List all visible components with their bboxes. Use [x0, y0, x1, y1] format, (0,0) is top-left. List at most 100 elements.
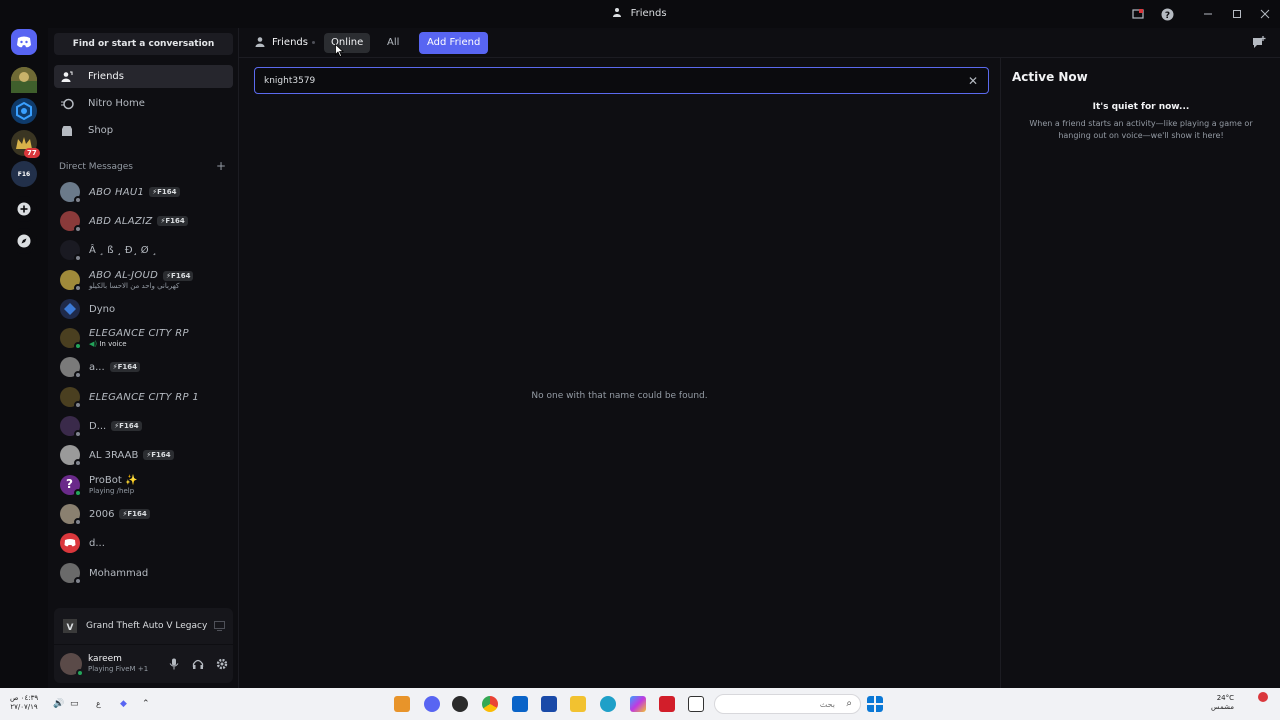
discord-window: Friends ? 77 F16 Find or start a convers… — [0, 0, 1280, 688]
avatar — [60, 270, 82, 292]
discover-icon[interactable] — [11, 228, 37, 254]
dm-item[interactable]: D... ⚡F164 — [54, 412, 233, 440]
discord-tray-icon[interactable]: ◆ — [120, 699, 127, 709]
mic-icon[interactable] — [166, 656, 182, 672]
avatar — [60, 182, 82, 204]
inbox-icon[interactable] — [1130, 6, 1146, 22]
user-avatar[interactable] — [60, 653, 84, 677]
create-dm-button[interactable]: + — [216, 159, 226, 173]
svg-text:V: V — [67, 623, 74, 633]
maximize-icon[interactable] — [1229, 6, 1245, 22]
window-title-text: Friends — [630, 8, 667, 19]
app-icon-10[interactable] — [659, 696, 675, 712]
dm-item[interactable]: Mohammad — [54, 559, 233, 587]
nav-friends-label: Friends — [88, 71, 124, 82]
active-now-title: Active Now — [1012, 70, 1088, 84]
avatar — [60, 416, 82, 438]
activity-card[interactable]: V Grand Theft Auto V Legacy — [54, 608, 233, 644]
chevron-up-icon[interactable]: ⌃ — [142, 699, 150, 709]
dm-name: Â ¸ ß ¸ Ð¸ Ø ¸ — [89, 244, 157, 256]
edge-icon[interactable] — [600, 696, 616, 712]
guild-tag: ⚡F164 — [119, 509, 150, 519]
dm-name: ABD ALAZIZ — [89, 215, 153, 227]
dm-item[interactable]: ELEGANCE CITY RP ◀) In voice — [54, 324, 233, 352]
friend-search-input[interactable] — [264, 73, 954, 89]
clock[interactable]: ٠٤:٣٩ ص ٢٧/٠٧/١٩ — [10, 694, 38, 712]
dm-item[interactable]: ABD ALAZIZ ⚡F164 — [54, 207, 233, 235]
help-icon[interactable]: ? — [1159, 6, 1175, 22]
dm-item[interactable]: Dyno — [54, 295, 233, 323]
windows-taskbar: ٠٤:٣٩ ص ٢٧/٠٧/١٩ 🔊 ▭ ع ◆ ⌃ ⌕ 24°C مشمس — [0, 688, 1280, 720]
title-bar: Friends ? — [0, 0, 1280, 28]
app-icon-3[interactable] — [452, 696, 468, 712]
headphones-icon[interactable] — [190, 656, 206, 672]
dm-item[interactable]: ABO HAU1 ⚡F164 — [54, 178, 233, 206]
close-icon[interactable] — [1257, 6, 1273, 22]
dm-item[interactable]: ? ProBot ✨ Playing /help — [54, 471, 233, 499]
notification-icon[interactable] — [1258, 692, 1268, 702]
dm-status: In voice — [99, 340, 127, 348]
nav-shop[interactable]: Shop — [54, 119, 233, 142]
dm-status: Playing /help — [89, 487, 135, 495]
nav-nitro-home[interactable]: Nitro Home — [54, 92, 233, 115]
discord-home-icon[interactable] — [11, 29, 37, 55]
header-title-text: Friends — [272, 36, 308, 48]
avatar — [60, 240, 82, 262]
taskbar-search-input[interactable] — [725, 698, 835, 711]
dm-item[interactable]: AL 3RAAB ⚡F164 — [54, 441, 233, 469]
tab-online[interactable]: Online — [324, 33, 371, 53]
friends-icon — [60, 71, 74, 83]
minimize-icon[interactable] — [1200, 6, 1216, 22]
dm-sidebar: Find or start a conversation Friends Nit… — [48, 28, 239, 688]
app-icon-11[interactable] — [688, 696, 704, 712]
active-now-quiet: It's quiet for now... — [1092, 102, 1190, 112]
activity-panel-icon[interactable] — [214, 621, 225, 631]
nitro-icon — [60, 98, 74, 110]
new-group-dm-icon[interactable] — [1252, 36, 1266, 50]
header-title: Friends — [255, 36, 308, 48]
server-avatar-2[interactable] — [11, 98, 37, 124]
dm-item[interactable]: a... ⚡F164 — [54, 353, 233, 381]
language-indicator[interactable]: ع — [96, 699, 101, 708]
avatar — [60, 387, 82, 409]
nav-friends[interactable]: Friends — [54, 65, 233, 88]
add-friend-button[interactable]: Add Friend — [419, 32, 489, 54]
network-icon[interactable]: ▭ — [70, 699, 79, 709]
nav-shop-label: Shop — [88, 125, 114, 136]
dm-item[interactable]: d... — [54, 529, 233, 557]
volume-icon[interactable]: 🔊 — [53, 699, 64, 709]
dm-name: Dyno — [89, 303, 116, 315]
server-avatar-1[interactable] — [11, 67, 37, 93]
outlook-icon[interactable] — [512, 696, 528, 712]
weather-widget[interactable]: 24°C مشمس — [1211, 694, 1234, 712]
empty-results-message: No one with that name could be found. — [531, 391, 708, 401]
dm-name: AL 3RAAB — [89, 449, 139, 461]
guild-tag: ⚡F164 — [157, 216, 188, 226]
add-server-icon[interactable] — [11, 196, 37, 222]
friends-icon — [255, 37, 265, 47]
dm-name: ELEGANCE CITY RP 1 — [89, 391, 200, 403]
voice-icon: ◀) — [89, 340, 98, 348]
dm-item[interactable]: ABO AL-JOUD ⚡F164 كهرباني واحد من الاحسا ب… — [54, 266, 233, 294]
discord-taskbar-icon[interactable] — [424, 696, 440, 712]
app-icon-1[interactable] — [394, 696, 410, 712]
copilot-icon[interactable] — [630, 696, 646, 712]
avatar — [60, 445, 82, 467]
user-status: Playing FiveM +1 — [88, 665, 149, 673]
dm-item[interactable]: 2006 ⚡F164 — [54, 500, 233, 528]
mouse-cursor-icon — [335, 44, 344, 57]
app-icon-6[interactable] — [541, 696, 557, 712]
windows-start-icon[interactable] — [867, 696, 883, 712]
dm-item[interactable]: Â ¸ ß ¸ Ð¸ Ø ¸ — [54, 236, 233, 264]
server-avatar-4[interactable]: F16 — [11, 161, 37, 187]
settings-gear-icon[interactable] — [214, 656, 230, 672]
server-rail: 77 F16 — [0, 28, 48, 688]
tab-all[interactable]: All — [380, 33, 406, 53]
avatar — [60, 504, 82, 526]
clear-search-icon[interactable]: ✕ — [966, 74, 980, 88]
conversation-search-button[interactable]: Find or start a conversation — [54, 33, 233, 55]
chrome-icon[interactable] — [482, 696, 498, 712]
file-explorer-icon[interactable] — [570, 696, 586, 712]
user-name: kareem — [88, 654, 122, 664]
dm-item[interactable]: ELEGANCE CITY RP 1 — [54, 383, 233, 411]
